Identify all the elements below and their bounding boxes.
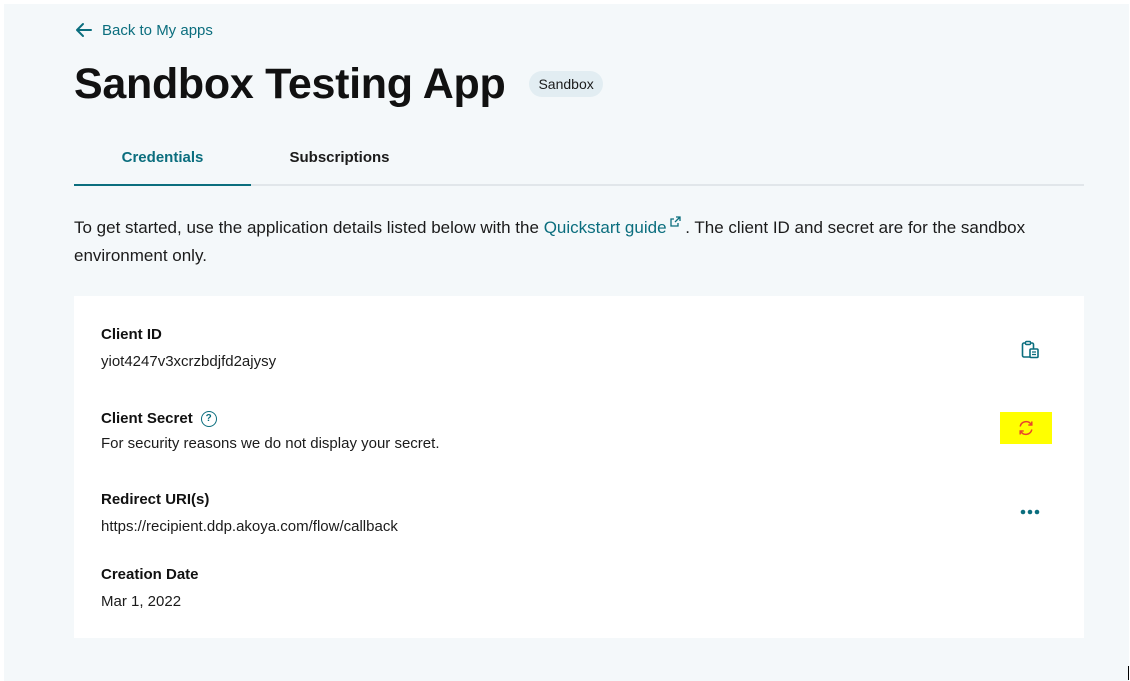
external-link-icon	[669, 216, 681, 227]
refresh-icon	[1019, 420, 1033, 436]
client-secret-value: For security reasons we do not display y…	[101, 435, 440, 452]
more-options-icon	[1020, 509, 1040, 515]
redirect-uri-label: Redirect URI(s)	[101, 491, 210, 508]
redirect-uri-value: https://recipient.ddp.akoya.com/flow/cal…	[101, 518, 398, 535]
quickstart-link-label: Quickstart guide	[543, 218, 667, 237]
title-row: Sandbox Testing App Sandbox	[74, 56, 603, 112]
creation-date-field: Creation Date Mar 1, 2022	[101, 566, 199, 610]
redirect-uri-field: Redirect URI(s) https://recipient.ddp.ak…	[101, 491, 398, 535]
tab-bar: Credentials Subscriptions	[74, 138, 1084, 186]
tab-subscriptions[interactable]: Subscriptions	[251, 138, 428, 184]
intro-text: To get started, use the application deta…	[74, 214, 1064, 270]
tab-credentials[interactable]: Credentials	[74, 138, 251, 186]
environment-badge: Sandbox	[529, 71, 603, 97]
creation-date-label: Creation Date	[101, 566, 199, 583]
copy-client-id-button[interactable]	[1018, 338, 1042, 362]
back-to-apps-link[interactable]: Back to My apps	[74, 20, 213, 40]
client-secret-field: Client Secret ? For security reasons we …	[101, 410, 439, 452]
back-link-label: Back to My apps	[102, 21, 213, 39]
app-details-page: Back to My apps Sandbox Testing App Sand…	[4, 4, 1129, 681]
client-id-field: Client ID yiot4247v3xcrzbdjfd2ajysy	[101, 326, 276, 370]
client-id-value: yiot4247v3xcrzbdjfd2ajysy	[101, 353, 277, 370]
copy-icon	[1021, 340, 1039, 359]
help-icon[interactable]: ?	[200, 410, 217, 427]
arrow-left-icon	[76, 23, 92, 37]
credentials-card: Client ID yiot4247v3xcrzbdjfd2ajysy Clie…	[74, 296, 1084, 638]
creation-date-value: Mar 1, 2022	[101, 593, 182, 610]
regenerate-secret-button[interactable]	[1000, 412, 1052, 444]
client-secret-label-row: Client Secret ?	[101, 410, 439, 427]
text-cursor	[1128, 666, 1129, 680]
quickstart-guide-link[interactable]: Quickstart guide	[543, 216, 681, 237]
client-id-label: Client ID	[101, 326, 162, 343]
redirect-uri-options-button[interactable]	[1016, 502, 1044, 522]
client-secret-label: Client Secret	[101, 410, 193, 427]
page-title: Sandbox Testing App	[74, 60, 506, 108]
intro-before-link: To get started, use the application deta…	[74, 218, 539, 237]
